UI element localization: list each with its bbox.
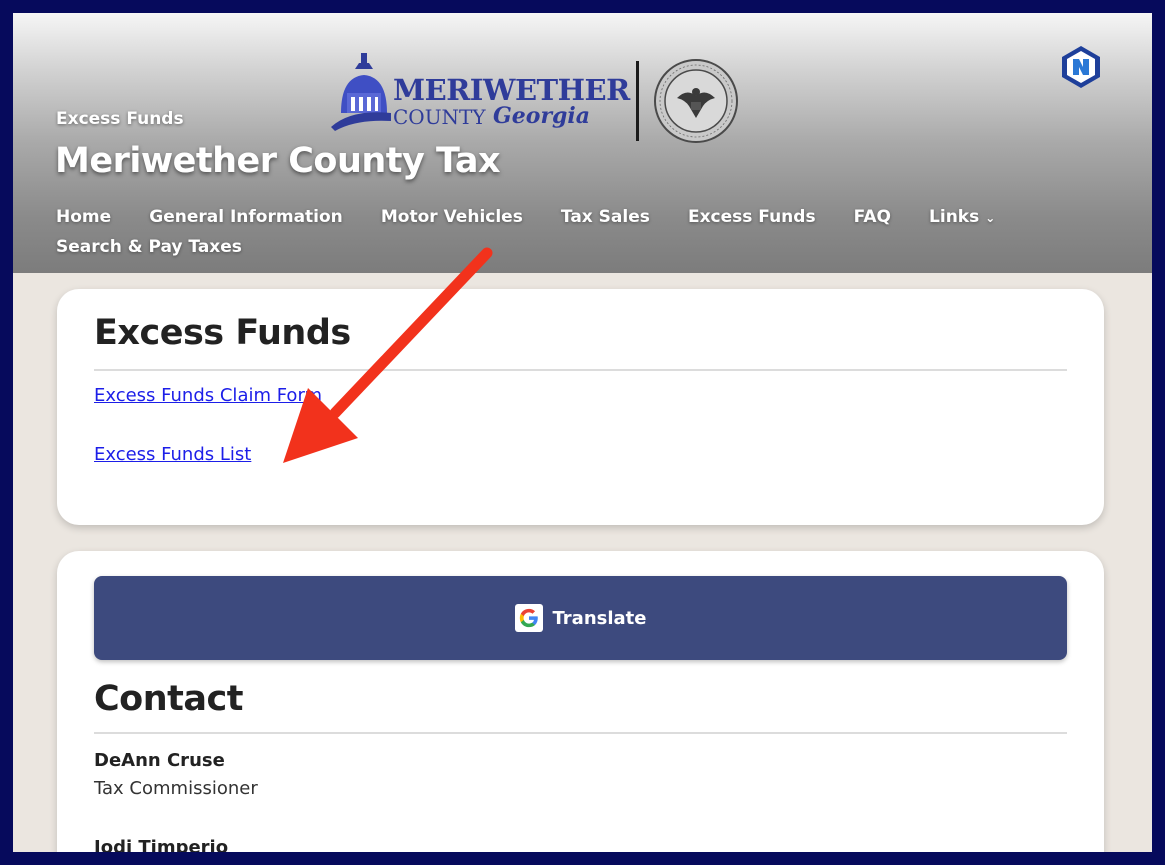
excess-funds-list-link[interactable]: Excess Funds List — [94, 444, 251, 465]
contact-name: DeAnn Cruse — [94, 750, 225, 771]
site-brand-icon[interactable] — [1059, 45, 1103, 89]
contact-role: Tax Commissioner — [94, 778, 258, 799]
translate-button[interactable]: Translate — [94, 576, 1067, 660]
excess-funds-card: Excess Funds Excess Funds Claim Form Exc… — [57, 289, 1104, 525]
chevron-down-icon: ⌄ — [985, 211, 996, 225]
translate-label: Translate — [552, 607, 647, 629]
nav-item-excess-funds[interactable]: Excess Funds — [688, 207, 816, 227]
excess-funds-claim-form-link[interactable]: Excess Funds Claim Form — [94, 385, 322, 406]
logo-divider — [636, 61, 639, 141]
courthouse-dome-icon — [331, 53, 391, 131]
excess-funds-heading: Excess Funds — [94, 313, 351, 353]
contact-heading: Contact — [94, 679, 243, 719]
heading-divider — [94, 369, 1067, 371]
nav-item-general-information[interactable]: General Information — [149, 207, 343, 227]
nav-item-motor-vehicles[interactable]: Motor Vehicles — [381, 207, 523, 227]
google-g-icon — [514, 604, 543, 632]
nav-row-1: Home General Information Motor Vehicles … — [56, 207, 1056, 237]
nav-item-faq[interactable]: FAQ — [854, 207, 891, 227]
logo-text-georgia: Georgia — [493, 103, 591, 129]
logo-text-meriwether: MERIWETHER — [393, 73, 630, 107]
county-seal-icon — [654, 59, 738, 143]
main-nav: Home General Information Motor Vehicles … — [56, 207, 1056, 267]
nav-item-links-label: Links — [929, 207, 980, 227]
site-title[interactable]: Meriwether County Tax — [55, 141, 501, 181]
nav-row-2: Search & Pay Taxes — [56, 237, 1056, 267]
logo-text-county: COUNTY — [393, 105, 486, 129]
site-header: Excess Funds Meriwether County Tax MERIW… — [13, 13, 1152, 273]
nav-item-links[interactable]: Links ⌄ — [929, 207, 995, 227]
contact-divider — [94, 732, 1067, 734]
contact-name: Jodi Timperio — [94, 837, 229, 852]
county-logo[interactable]: MERIWETHER COUNTY Georgia — [331, 51, 741, 147]
nav-item-search-pay-taxes[interactable]: Search & Pay Taxes — [56, 237, 242, 257]
contact-card: Translate Contact DeAnn Cruse Tax Commis… — [57, 551, 1104, 852]
nav-item-tax-sales[interactable]: Tax Sales — [561, 207, 650, 227]
browser-viewport: Excess Funds Meriwether County Tax MERIW… — [13, 13, 1152, 852]
nav-item-home[interactable]: Home — [56, 207, 111, 227]
breadcrumb: Excess Funds — [56, 109, 184, 129]
